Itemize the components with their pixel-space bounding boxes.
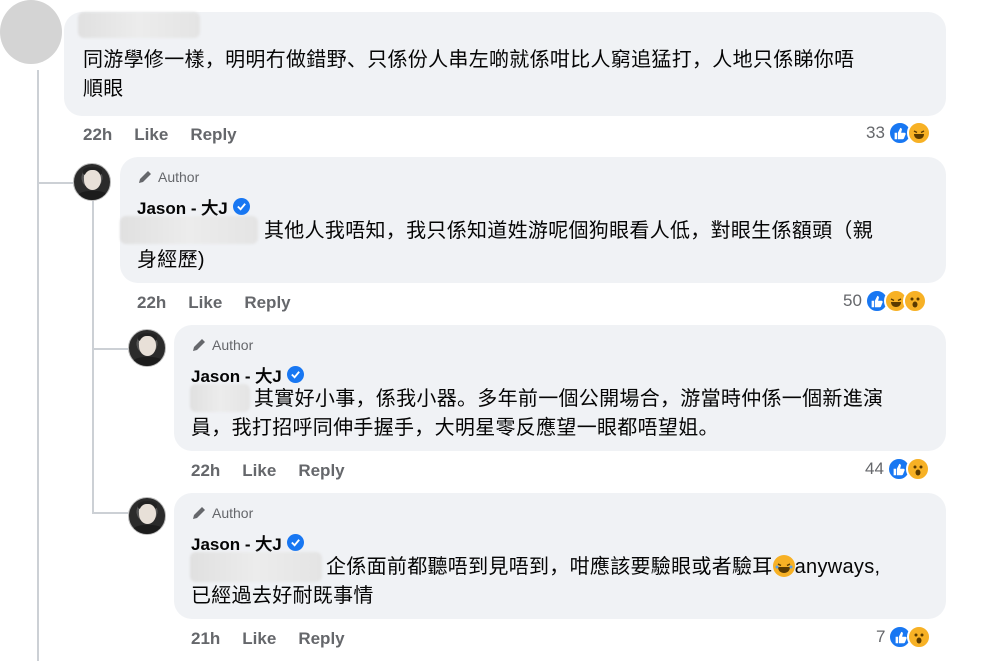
- mention-redacted: [120, 216, 258, 244]
- comment-actions: 21h Like Reply: [191, 629, 345, 649]
- timestamp[interactable]: 22h: [137, 293, 166, 313]
- like-button[interactable]: Like: [242, 461, 276, 481]
- author-avatar[interactable]: [128, 329, 166, 367]
- comment-text-part: anyways,: [794, 556, 881, 578]
- reaction-count: 33: [866, 123, 885, 142]
- comment-actions: 22h Like Reply: [83, 125, 237, 145]
- thread-connector: [37, 182, 73, 184]
- thread-connector: [92, 348, 128, 350]
- timestamp[interactable]: 21h: [191, 629, 220, 649]
- author-badge: Author: [191, 505, 253, 521]
- like-button[interactable]: Like: [242, 629, 276, 649]
- author-avatar[interactable]: [128, 497, 166, 535]
- comment-text: 同游學修一樣，明明冇做錯野、只係份人串左啲就係咁比人窮追猛打，人地只係睇你唔: [83, 49, 855, 71]
- verified-icon: [286, 534, 304, 551]
- reaction-count: 7: [876, 627, 886, 646]
- thread-connector: [92, 512, 128, 514]
- reply-button[interactable]: Reply: [298, 461, 344, 481]
- comment-text-part: 企係面前都聽唔到見唔到，咁應該要驗眼或者驗耳: [326, 556, 773, 578]
- verified-icon: [232, 198, 250, 215]
- verified-icon: [286, 366, 304, 383]
- timestamp[interactable]: 22h: [83, 125, 112, 145]
- comment-text: 已經過去好耐既事情: [191, 585, 374, 607]
- reply-button[interactable]: Reply: [244, 293, 290, 313]
- pencil-icon: [193, 507, 205, 519]
- timestamp[interactable]: 22h: [191, 461, 220, 481]
- comment-text: 員，我打招呼同伸手握手，大明星零反應望一眼都唔望姐。: [191, 417, 719, 439]
- comment-text: 身經歷): [137, 249, 205, 271]
- comment-text: 其實好小事，係我小器。多年前一個公開場合，游當時仲係一個新進演: [254, 388, 884, 410]
- mention-redacted: [190, 384, 250, 412]
- avatar[interactable]: [0, 0, 62, 64]
- haha-icon: [906, 121, 931, 145]
- reply-button[interactable]: Reply: [298, 629, 344, 649]
- thread-line: [92, 200, 94, 512]
- wow-icon: [907, 625, 932, 649]
- reaction-summary[interactable]: 50: [843, 289, 927, 313]
- reaction-count: 44: [865, 459, 884, 478]
- laughing-emoji-icon: [772, 555, 795, 577]
- author-avatar[interactable]: [73, 163, 111, 201]
- comment-text: 順眼: [83, 78, 124, 100]
- like-button[interactable]: Like: [188, 293, 222, 313]
- pencil-icon: [139, 171, 151, 183]
- reaction-summary[interactable]: 44: [865, 457, 930, 481]
- comment-actions: 22h Like Reply: [137, 293, 291, 313]
- pencil-icon: [193, 339, 205, 351]
- reply-button[interactable]: Reply: [190, 125, 236, 145]
- thread-line: [37, 70, 39, 661]
- comment-text: 其他人我唔知，我只係知道姓游呢個狗眼看人低，對眼生係額頭（親: [264, 220, 873, 242]
- author-badge: Author: [137, 169, 199, 185]
- commenter-name-redacted: [78, 12, 200, 38]
- mention-redacted: [190, 552, 322, 582]
- comment-actions: 22h Like Reply: [191, 461, 345, 481]
- reaction-summary[interactable]: 7: [876, 625, 932, 649]
- reaction-count: 50: [843, 291, 862, 310]
- comment-text: 企係面前都聽唔到見唔到，咁應該要驗眼或者驗耳 anyways,: [326, 552, 880, 582]
- wow-icon: [902, 289, 927, 313]
- author-badge: Author: [191, 337, 253, 353]
- like-button[interactable]: Like: [134, 125, 168, 145]
- reaction-summary[interactable]: 33: [866, 121, 931, 145]
- wow-icon: [905, 457, 930, 481]
